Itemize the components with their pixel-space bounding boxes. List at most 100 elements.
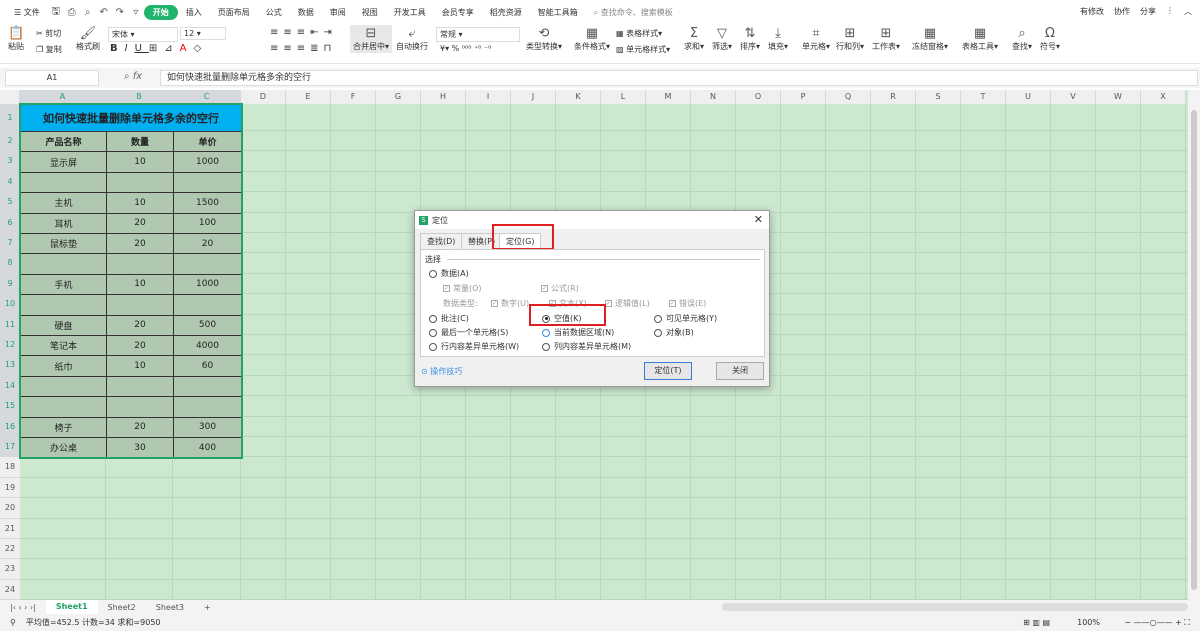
column-header[interactable]: U (1006, 90, 1051, 104)
zoom-level[interactable]: 100% (1077, 618, 1100, 627)
column-header[interactable]: I (466, 90, 511, 104)
table-cell[interactable]: 硬盘 (20, 314, 107, 336)
symbol-button[interactable]: Ω 符号▾ (1040, 26, 1060, 52)
row-header[interactable]: 23 (0, 559, 20, 580)
sheet-tab-2[interactable]: Sheet2 (98, 603, 146, 612)
filter-button[interactable]: ▽ 筛选▾ (712, 26, 732, 52)
radio-row-differences[interactable]: 行内容差异单元格(W) (429, 341, 519, 352)
more-icon[interactable]: ▿ (128, 7, 144, 18)
table-style-button[interactable]: ▦ 表格样式▾ (616, 28, 662, 39)
table-cell[interactable]: 鼠标垫 (20, 233, 107, 255)
align-buttons[interactable]: ≡≡≡⇤⇥ (270, 27, 337, 38)
table-cell[interactable]: 4000 (173, 335, 242, 357)
preview-icon[interactable]: ⌕ (80, 7, 96, 18)
row-header[interactable]: 10 (0, 294, 20, 315)
column-header[interactable]: P (781, 90, 826, 104)
row-header[interactable]: 6 (0, 212, 20, 233)
menu-tab[interactable]: 智能工具箱 (530, 7, 586, 18)
check-formulas[interactable]: ✓ 公式(R) (541, 283, 579, 294)
horizontal-scrollbar[interactable] (722, 603, 1188, 611)
table-cell[interactable]: 1000 (173, 273, 242, 296)
table-cell[interactable]: 10 (106, 192, 174, 214)
print-icon[interactable]: ⎙ (64, 7, 80, 18)
menu-tab[interactable]: 开始 (143, 4, 178, 20)
row-header[interactable]: 21 (0, 518, 20, 539)
table-cell[interactable] (106, 375, 174, 398)
row-header[interactable]: 12 (0, 335, 20, 356)
table-cell[interactable]: 30 (106, 437, 174, 459)
radio-visible-cells[interactable]: 可见单元格(Y) (654, 313, 717, 324)
view-icons[interactable]: ⊞ ▥ ▤ (1023, 618, 1050, 627)
row-header[interactable]: 3 (0, 151, 20, 172)
table-header-cell[interactable]: 数量 (106, 131, 174, 153)
formula-input[interactable]: 如何快速批量删除单元格多余的空行 (160, 70, 1198, 86)
fx-icon[interactable]: ⌕ fx (124, 71, 142, 82)
table-cell[interactable]: 10 (106, 273, 174, 296)
table-header-cell[interactable]: 产品名称 (20, 131, 107, 153)
font-style-buttons[interactable]: BIU⊞⊿A◇ (110, 43, 208, 54)
conditional-format-button[interactable]: ▦ 条件格式▾ (574, 26, 610, 52)
table-cell[interactable]: 20 (106, 416, 174, 438)
find-button[interactable]: ⌕ 查找▾ (1012, 26, 1032, 52)
table-cell[interactable]: 显示屏 (20, 151, 107, 173)
table-cell[interactable] (106, 171, 174, 194)
row-header[interactable]: 24 (0, 579, 20, 600)
tab-find[interactable]: 查找(D) (420, 233, 463, 249)
number-format-buttons[interactable]: ¥▾ % ⁰⁰⁰ ⁺⁰ ⁻⁰ (440, 44, 491, 53)
worksheet-button[interactable]: ⊞ 工作表▾ (872, 26, 900, 52)
table-cell[interactable]: 60 (173, 355, 242, 377)
table-cell[interactable] (106, 294, 174, 316)
radio-objects[interactable]: 对象(B) (654, 327, 694, 338)
table-header-cell[interactable]: 单价 (173, 131, 242, 153)
menu-tab[interactable]: 开发工具 (386, 7, 434, 18)
table-cell[interactable]: 手机 (20, 273, 107, 296)
column-header[interactable]: L (601, 90, 646, 104)
row-header[interactable]: 1 (0, 104, 20, 131)
wrap-text-button[interactable]: ⤶ 自动换行 (396, 26, 428, 52)
table-cell[interactable]: 办公桌 (20, 437, 107, 459)
column-header[interactable]: J (511, 90, 556, 104)
column-header[interactable]: B (106, 90, 173, 104)
row-header[interactable]: 2 (0, 131, 20, 152)
close-button[interactable]: 关闭 (716, 362, 764, 380)
table-cell[interactable] (106, 396, 174, 418)
column-header[interactable]: M (646, 90, 691, 104)
menu-tab[interactable]: 插入 (178, 7, 210, 18)
table-cell[interactable]: 10 (106, 355, 174, 377)
radio-data[interactable]: 数据(A) (429, 268, 469, 279)
row-header[interactable]: 19 (0, 477, 20, 499)
table-cell[interactable]: 300 (173, 416, 242, 438)
table-cell[interactable]: 400 (173, 437, 242, 459)
collab-button[interactable]: 协作 (1114, 6, 1130, 17)
column-header[interactable]: E (286, 90, 331, 104)
macro-icon[interactable]: ⚲ (10, 618, 16, 627)
row-col-button[interactable]: ⊞ 行和列▾ (836, 26, 864, 52)
table-cell[interactable]: 20 (106, 212, 174, 234)
radio-last-cell[interactable]: 最后一个单元格(S) (429, 327, 508, 338)
row-header[interactable]: 18 (0, 457, 20, 478)
vertical-scrollbar[interactable] (1188, 90, 1200, 600)
close-icon[interactable]: ✕ (754, 213, 763, 226)
table-cell[interactable]: 耳机 (20, 212, 107, 234)
table-cell[interactable]: 20 (106, 233, 174, 255)
scroll-thumb[interactable] (1191, 110, 1197, 590)
column-header[interactable]: S (916, 90, 961, 104)
type-convert-button[interactable]: ⟲ 类型转换▾ (526, 26, 562, 52)
table-cell[interactable]: 笔记本 (20, 335, 107, 357)
font-size-select[interactable]: 12 ▾ (180, 27, 226, 40)
row-header[interactable]: 11 (0, 314, 20, 335)
share-button[interactable]: 分享 (1140, 6, 1156, 17)
font-select[interactable]: 宋体 ▾ (108, 27, 178, 42)
row-header[interactable]: 15 (0, 396, 20, 417)
table-cell[interactable]: 椅子 (20, 416, 107, 438)
table-cell[interactable] (173, 375, 242, 398)
column-header[interactable]: D (241, 90, 286, 104)
row-header[interactable]: 13 (0, 355, 20, 376)
merge-center-button[interactable]: ⊟ 合并居中▾ (350, 25, 393, 53)
check-logical[interactable]: ✓ 逻辑值(L) (605, 298, 650, 309)
menu-tab[interactable]: 数据 (290, 7, 322, 18)
table-cell[interactable] (20, 396, 107, 418)
table-cell[interactable]: 1500 (173, 192, 242, 214)
table-cell[interactable]: 500 (173, 314, 242, 336)
name-box[interactable]: A1 (5, 70, 99, 86)
